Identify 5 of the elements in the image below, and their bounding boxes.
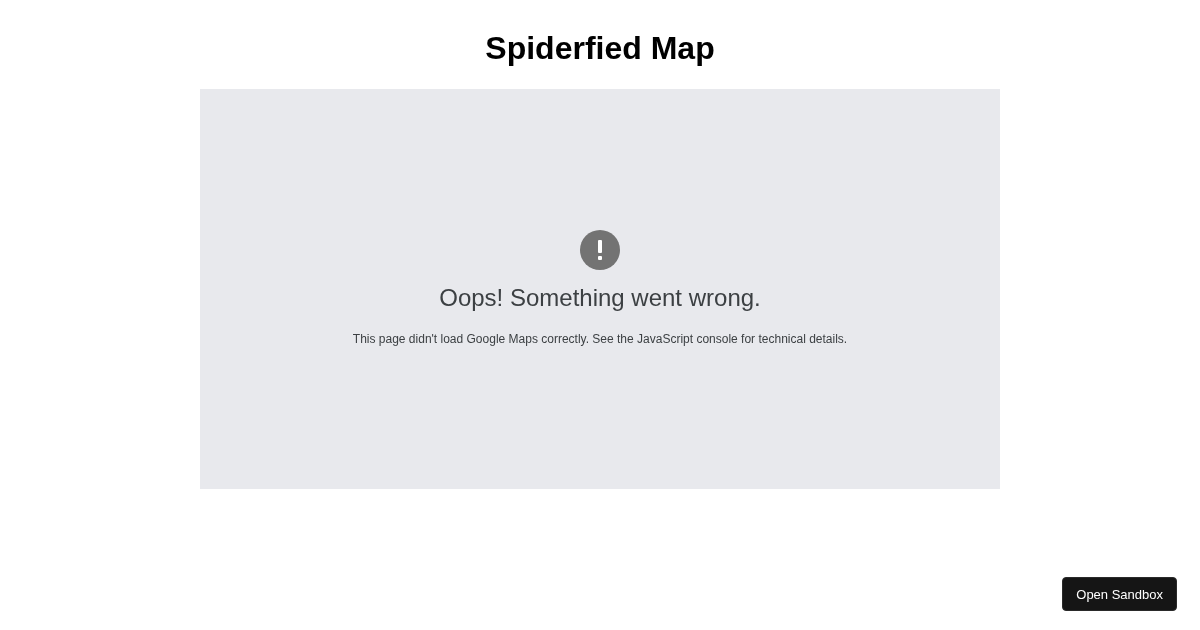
error-heading: Oops! Something went wrong. — [439, 283, 761, 312]
error-message: This page didn't load Google Maps correctly. See the JavaScript console for technical details. — [352, 330, 848, 347]
open-sandbox-button[interactable]: Open Sandbox — [1062, 577, 1177, 611]
page-title: Spiderfied Map — [485, 29, 715, 68]
exclamation-circle-icon — [580, 229, 620, 270]
